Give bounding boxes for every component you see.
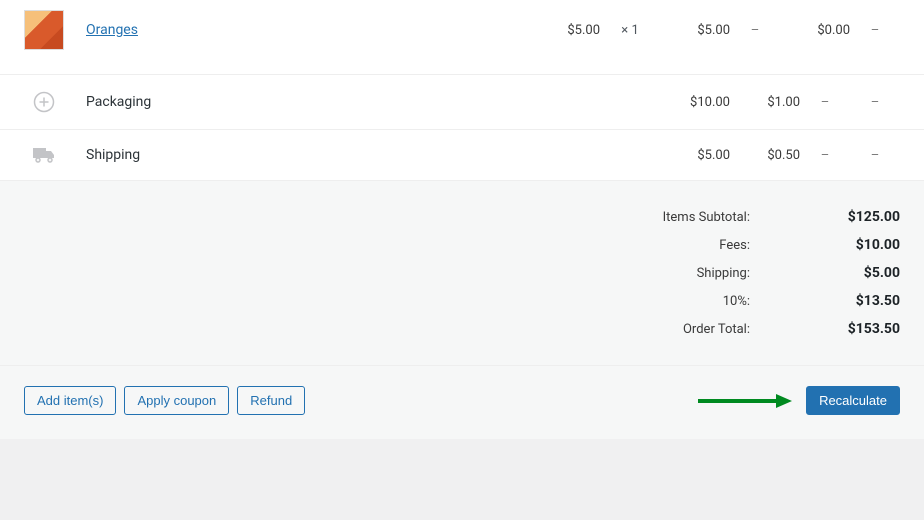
shipping-tax: $0.50 xyxy=(730,148,800,163)
order-item-row: Oranges $5.00 × 1 $5.00 – $0.00 – xyxy=(0,0,924,75)
add-fee-icon[interactable] xyxy=(24,91,64,113)
totals-value: $13.50 xyxy=(750,293,900,309)
totals-label: Fees: xyxy=(430,238,750,253)
totals-row-tax: 10%: $13.50 xyxy=(24,287,900,315)
totals-row-order-total: Order Total: $153.50 xyxy=(24,315,900,343)
totals-label: 10%: xyxy=(430,294,750,309)
totals-value: $153.50 xyxy=(750,321,900,337)
item-cost: $5.00 xyxy=(530,23,600,38)
order-totals: Items Subtotal: $125.00 Fees: $10.00 Shi… xyxy=(0,181,924,366)
shipping-dash-1: – xyxy=(800,148,850,163)
item-tax: $0.00 xyxy=(780,23,850,38)
totals-label: Items Subtotal: xyxy=(430,210,750,225)
totals-value: $125.00 xyxy=(750,209,900,225)
item-discount-placeholder: – xyxy=(730,23,780,38)
shipping-name: Shipping xyxy=(86,147,530,163)
add-items-button[interactable]: Add item(s) xyxy=(24,386,116,415)
totals-label: Shipping: xyxy=(430,266,750,281)
totals-row-fees: Fees: $10.00 xyxy=(24,231,900,259)
shipping-total: $5.00 xyxy=(660,148,730,163)
fee-tax: $1.00 xyxy=(730,95,800,110)
item-total: $5.00 xyxy=(660,23,730,38)
shipping-icon xyxy=(24,146,64,164)
recalculate-button[interactable]: Recalculate xyxy=(806,386,900,415)
totals-label: Order Total: xyxy=(430,322,750,337)
product-thumbnail[interactable] xyxy=(24,10,64,50)
order-actions-bar: Add item(s) Apply coupon Refund Recalcul… xyxy=(0,366,924,439)
totals-row-shipping: Shipping: $5.00 xyxy=(24,259,900,287)
fee-total: $10.00 xyxy=(660,95,730,110)
totals-value: $10.00 xyxy=(750,237,900,253)
item-actions-placeholder: – xyxy=(850,23,900,38)
fee-dash-2: – xyxy=(850,95,900,110)
totals-row-subtotal: Items Subtotal: $125.00 xyxy=(24,203,900,231)
fee-row: Packaging $10.00 $1.00 – – xyxy=(0,75,924,130)
product-link[interactable]: Oranges xyxy=(86,22,138,38)
refund-button[interactable]: Refund xyxy=(237,386,305,415)
apply-coupon-button[interactable]: Apply coupon xyxy=(124,386,229,415)
fee-dash-1: – xyxy=(800,95,850,110)
product-name-cell: Oranges xyxy=(86,22,530,38)
item-qty: × 1 xyxy=(600,23,660,38)
shipping-row: Shipping $5.00 $0.50 – – xyxy=(0,130,924,181)
totals-value: $5.00 xyxy=(750,265,900,281)
fee-name: Packaging xyxy=(86,94,530,110)
annotation-arrow-icon xyxy=(694,391,794,411)
shipping-dash-2: – xyxy=(850,148,900,163)
